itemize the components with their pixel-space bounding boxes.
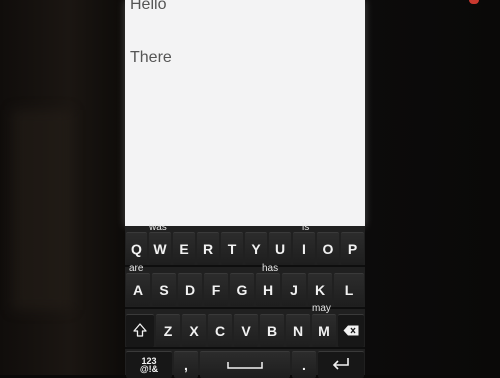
period-key[interactable]: . xyxy=(292,351,316,378)
key-s[interactable]: S xyxy=(152,273,176,306)
key-d[interactable]: D xyxy=(178,273,202,306)
backspace-icon xyxy=(343,323,359,339)
key-v[interactable]: V xyxy=(234,314,258,347)
device-screen: Hello There was is Q W E R T Y U I O P a… xyxy=(125,0,365,378)
shift-icon xyxy=(133,322,147,340)
key-a[interactable]: A xyxy=(126,273,150,306)
key-k[interactable]: K xyxy=(308,273,332,306)
key-g[interactable]: G xyxy=(230,273,254,306)
backspace-key[interactable] xyxy=(338,314,364,347)
key-m[interactable]: M xyxy=(312,314,336,347)
key-u[interactable]: U xyxy=(269,232,291,265)
key-o[interactable]: O xyxy=(317,232,339,265)
text-editor[interactable]: Hello There xyxy=(125,0,365,226)
key-b[interactable]: B xyxy=(260,314,284,347)
key-p[interactable]: P xyxy=(341,232,364,265)
key-h[interactable]: H xyxy=(256,273,280,306)
key-t[interactable]: T xyxy=(221,232,243,265)
background-shadow xyxy=(12,110,72,310)
enter-key[interactable] xyxy=(318,351,364,378)
virtual-keyboard: was is Q W E R T Y U I O P are has A S D… xyxy=(125,222,365,378)
key-y[interactable]: Y xyxy=(245,232,267,265)
key-l[interactable]: L xyxy=(334,273,364,306)
suggestion-may[interactable]: may xyxy=(312,303,331,314)
background-right xyxy=(365,0,500,375)
enter-icon xyxy=(331,357,351,374)
key-e[interactable]: E xyxy=(173,232,195,265)
keyboard-divider xyxy=(125,347,365,349)
key-z[interactable]: Z xyxy=(156,314,180,347)
symbols-key[interactable]: 123 @!& xyxy=(126,351,172,378)
key-r[interactable]: R xyxy=(197,232,219,265)
key-q[interactable]: Q xyxy=(126,232,147,265)
editor-line-1: Hello xyxy=(130,0,167,13)
space-icon xyxy=(227,357,263,373)
editor-line-2: There xyxy=(130,49,172,66)
key-x[interactable]: X xyxy=(182,314,206,347)
key-w[interactable]: W xyxy=(149,232,171,265)
comma-key[interactable]: , xyxy=(174,351,198,378)
space-key[interactable] xyxy=(200,351,290,378)
shift-key[interactable] xyxy=(126,314,154,347)
key-n[interactable]: N xyxy=(286,314,310,347)
keyboard-divider xyxy=(125,265,365,267)
key-f[interactable]: F xyxy=(204,273,228,306)
key-i[interactable]: I xyxy=(293,232,315,265)
key-c[interactable]: C xyxy=(208,314,232,347)
key-j[interactable]: J xyxy=(282,273,306,306)
